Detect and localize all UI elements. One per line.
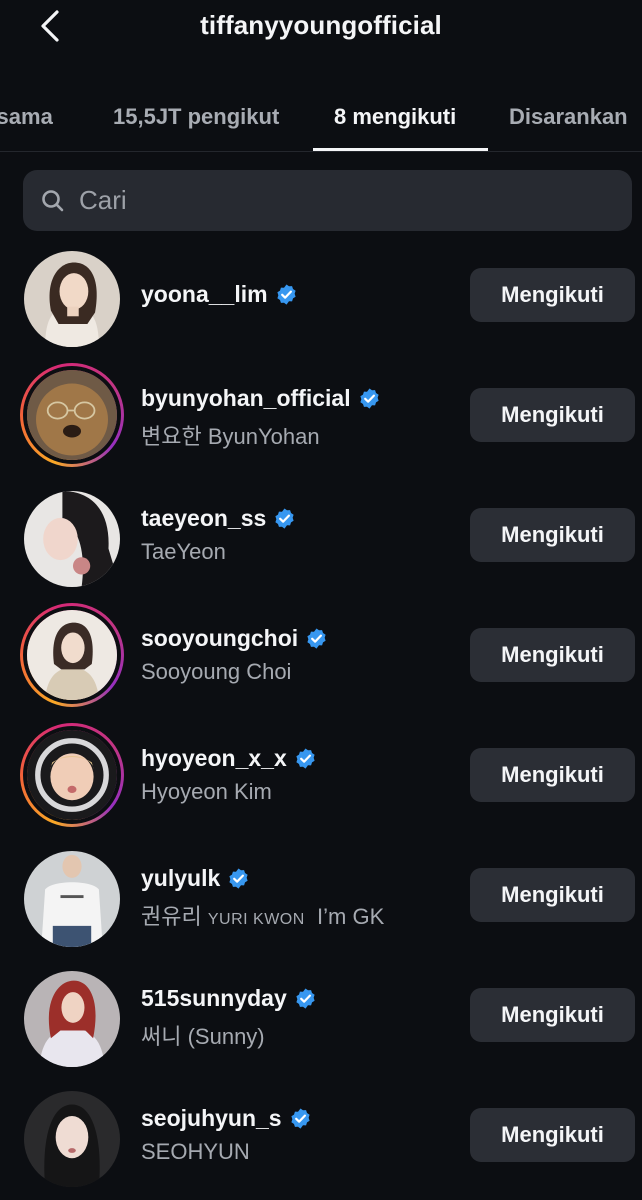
following-button[interactable]: Mengikuti xyxy=(470,628,635,682)
avatar-story-ring[interactable] xyxy=(20,603,124,707)
list-item[interactable]: yoona__lim Mengikuti xyxy=(0,235,642,355)
list-item[interactable]: sooyoungchoi Sooyoung Choi Mengikuti xyxy=(0,595,642,715)
full-name: 권유리 YURI KWON I’m GK xyxy=(141,904,385,929)
tab-suggested[interactable]: Disarankan xyxy=(509,82,628,152)
verified-badge-icon xyxy=(296,748,315,769)
profile-photo xyxy=(24,491,120,587)
following-button[interactable]: Mengikuti xyxy=(470,1108,635,1162)
profile-photo xyxy=(24,1091,120,1187)
tab-following[interactable]: 8 mengikuti xyxy=(334,82,456,152)
list-item[interactable]: 515sunnyday 써니 (Sunny) Mengikuti xyxy=(0,955,642,1075)
avatar-story-ring[interactable] xyxy=(20,723,124,827)
profile-photo xyxy=(27,730,117,820)
tab-bar: rsama 15,5JT pengikut 8 mengikuti Disara… xyxy=(0,82,642,152)
search-bar[interactable] xyxy=(23,170,632,231)
list-item[interactable]: hyoyeon_x_x Hyoyeon Kim Mengikuti xyxy=(0,715,642,835)
following-button[interactable]: Mengikuti xyxy=(470,988,635,1042)
user-names: 515sunnyday 써니 (Sunny) xyxy=(141,985,317,1051)
following-button[interactable]: Mengikuti xyxy=(470,388,635,442)
tab-followers[interactable]: 15,5JT pengikut xyxy=(113,82,279,152)
profile-photo xyxy=(24,251,120,347)
verified-badge-icon xyxy=(291,1108,310,1129)
profile-photo xyxy=(24,971,120,1067)
user-names: taeyeon_ss TaeYeon xyxy=(141,505,296,565)
username[interactable]: yoona__lim xyxy=(141,281,268,308)
top-bar: tiffanyyoungofficial xyxy=(0,0,642,60)
full-name: Hyoyeon Kim xyxy=(141,779,272,804)
list-item[interactable]: seojuhyun_s SEOHYUN Mengikuti xyxy=(0,1075,642,1195)
user-names: sooyoungchoi Sooyoung Choi xyxy=(141,625,328,685)
following-button[interactable]: Mengikuti xyxy=(470,748,635,802)
user-names: seojuhyun_s SEOHYUN xyxy=(141,1105,312,1165)
following-button[interactable]: Mengikuti xyxy=(470,508,635,562)
user-names: hyoyeon_x_x Hyoyeon Kim xyxy=(141,745,317,805)
username[interactable]: seojuhyun_s xyxy=(141,1105,282,1132)
tab-mutual[interactable]: rsama xyxy=(0,82,53,152)
user-names: yulyulk 권유리 YURI KWON I’m GK xyxy=(141,865,384,931)
avatar[interactable] xyxy=(20,487,124,591)
user-names: byunyohan_official 변요한 ByunYohan xyxy=(141,385,381,451)
full-name: 변요한 ByunYohan xyxy=(141,424,320,449)
profile-photo xyxy=(27,610,117,700)
full-name: Sooyoung Choi xyxy=(141,659,292,684)
list-item[interactable]: yulyulk 권유리 YURI KWON I’m GK Mengikuti xyxy=(0,835,642,955)
search-icon xyxy=(42,190,64,212)
username[interactable]: yulyulk xyxy=(141,865,220,892)
username[interactable]: 515sunnyday xyxy=(141,985,287,1012)
following-button[interactable]: Mengikuti xyxy=(470,268,635,322)
username[interactable]: taeyeon_ss xyxy=(141,505,266,532)
avatar[interactable] xyxy=(20,1087,124,1191)
active-tab-indicator xyxy=(313,148,488,151)
verified-badge-icon xyxy=(307,628,326,649)
avatar[interactable] xyxy=(20,247,124,351)
verified-badge-icon xyxy=(276,284,296,305)
profile-photo xyxy=(24,851,120,947)
avatar[interactable] xyxy=(20,847,124,951)
verified-badge-icon xyxy=(359,388,379,409)
list-item[interactable]: byunyohan_official 변요한 ByunYohan Mengiku… xyxy=(0,355,642,475)
page-title: tiffanyyoungofficial xyxy=(200,10,442,40)
avatar[interactable] xyxy=(20,967,124,1071)
following-button[interactable]: Mengikuti xyxy=(470,868,635,922)
user-names: yoona__lim xyxy=(141,281,298,308)
search-input[interactable] xyxy=(79,170,609,231)
profile-photo xyxy=(27,370,117,460)
full-name: SEOHYUN xyxy=(141,1139,250,1164)
list-item[interactable]: taeyeon_ss TaeYeon Mengikuti xyxy=(0,475,642,595)
username[interactable]: hyoyeon_x_x xyxy=(141,745,287,772)
full-name: TaeYeon xyxy=(141,539,226,564)
username[interactable]: sooyoungchoi xyxy=(141,625,298,652)
avatar-story-ring[interactable] xyxy=(20,363,124,467)
username[interactable]: byunyohan_official xyxy=(141,385,351,412)
verified-badge-icon xyxy=(275,508,294,529)
verified-badge-icon xyxy=(296,988,315,1009)
verified-badge-icon xyxy=(229,868,248,889)
full-name: 써니 (Sunny) xyxy=(141,1024,265,1049)
